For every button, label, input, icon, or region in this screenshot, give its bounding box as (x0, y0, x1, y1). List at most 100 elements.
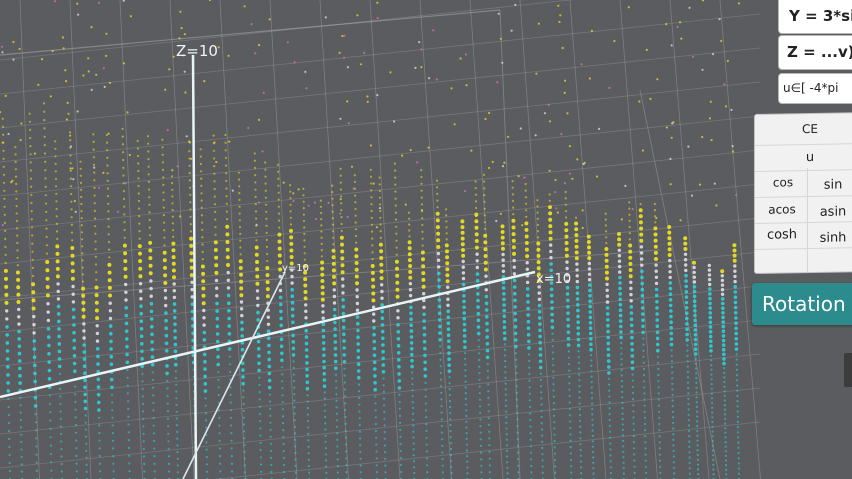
surface-point (45, 227, 48, 230)
surface-point (239, 286, 244, 291)
surface-point (460, 230, 465, 235)
cosh-key[interactable]: cosh (759, 227, 805, 243)
y-equation-field[interactable]: Y = 3*sin (778, 0, 852, 34)
surface-point (303, 283, 308, 288)
surface-point (111, 401, 114, 404)
surface-point (724, 441, 727, 444)
surface-point (55, 185, 58, 188)
surface-point (107, 262, 112, 267)
surface-point (332, 301, 337, 305)
u-key[interactable]: u (755, 149, 852, 166)
surface-point (282, 422, 285, 425)
surface-point (98, 424, 101, 427)
surface-point (421, 223, 424, 227)
surface-point (629, 299, 633, 303)
surface-point (167, 447, 170, 450)
surface-point (478, 365, 481, 368)
surface-point (483, 240, 488, 245)
surface-point (171, 241, 176, 246)
surface-point (723, 390, 726, 393)
surface-point (588, 294, 592, 298)
surface-point (595, 175, 599, 178)
panel-edge-handle[interactable] (844, 353, 852, 387)
surface-point (375, 450, 378, 453)
surface-point (55, 222, 59, 225)
surface-point (538, 340, 542, 345)
surface-point (643, 416, 647, 419)
surface-point (606, 341, 611, 346)
plot-3d-viewport[interactable] (0, 0, 852, 479)
surface-point (56, 312, 61, 316)
surface-point (125, 352, 129, 357)
surface-point (254, 210, 258, 213)
surface-point (201, 271, 206, 276)
surface-point (618, 319, 623, 323)
surface-point (93, 209, 96, 212)
surface-point (515, 385, 518, 388)
surface-point (72, 354, 77, 358)
surface-point (480, 458, 483, 461)
surface-point (127, 431, 130, 434)
surface-point (502, 314, 507, 319)
surface-point (303, 239, 306, 242)
surface-point (123, 266, 128, 271)
surface-point (150, 332, 154, 337)
surface-point (336, 451, 339, 454)
surface-point (537, 236, 540, 239)
surface-point (668, 298, 673, 302)
surface-point (218, 432, 221, 435)
surface-point (487, 396, 490, 399)
asin-key[interactable]: asin (809, 204, 852, 220)
surface-point (618, 292, 622, 296)
surface-point (94, 285, 99, 290)
surface-point (711, 416, 714, 419)
surface-point (323, 397, 326, 400)
surface-point (341, 34, 344, 38)
surface-point (153, 439, 156, 442)
surface-point (205, 448, 208, 451)
surface-point (644, 441, 647, 444)
acos-key[interactable]: acos (759, 202, 805, 217)
surface-point (484, 308, 489, 312)
surface-point (436, 245, 441, 249)
surface-point (266, 329, 271, 334)
surface-point (449, 442, 452, 445)
surface-point (240, 313, 244, 318)
surface-point (215, 301, 219, 306)
surface-point (588, 77, 591, 80)
surface-point (485, 321, 489, 326)
surface-point (536, 205, 539, 208)
ce-key[interactable]: CE (755, 121, 852, 137)
surface-point (79, 174, 82, 177)
sinh-key[interactable]: sinh (809, 230, 852, 246)
surface-point (395, 239, 398, 242)
rotation-button[interactable]: Rotation (752, 283, 852, 325)
surface-point (655, 324, 660, 329)
surface-point (378, 176, 381, 179)
surface-point (289, 197, 292, 200)
cos-key[interactable]: cos (761, 175, 805, 190)
surface-point (92, 148, 95, 151)
surface-point (163, 244, 166, 247)
surface-point (201, 301, 206, 306)
u-range-field[interactable]: u∈[ -4*pi (778, 73, 852, 104)
surface-point (653, 238, 658, 243)
surface-point (524, 241, 529, 245)
surface-point (568, 407, 572, 410)
surface-point (12, 58, 15, 61)
surface-point (478, 352, 481, 355)
surface-point (564, 234, 569, 239)
surface-point (256, 339, 261, 344)
surface-point (172, 309, 177, 313)
surface-point (201, 279, 206, 284)
sin-key[interactable]: sin (811, 177, 852, 193)
surface-point (665, 23, 668, 26)
surface-point (4, 284, 9, 289)
surface-point (226, 286, 231, 290)
surface-point (708, 334, 713, 339)
surface-point (238, 259, 243, 264)
surface-point (173, 315, 177, 320)
z-equation-field[interactable]: Z = ...v)+ (778, 35, 852, 70)
surface-point (122, 0, 125, 2)
surface-point (606, 323, 610, 328)
